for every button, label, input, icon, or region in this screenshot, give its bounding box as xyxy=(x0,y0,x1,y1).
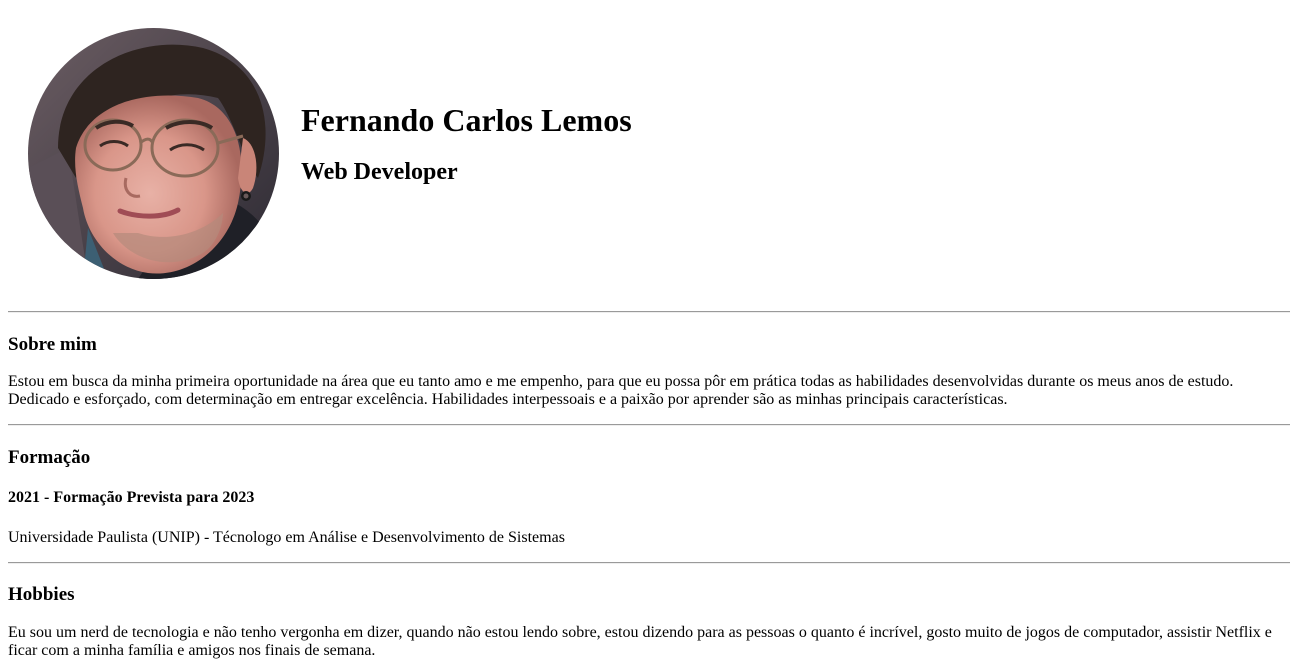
divider xyxy=(8,311,1290,313)
hobbies-title: Hobbies xyxy=(8,584,75,605)
profile-identity: Fernando Carlos Lemos Web Developer xyxy=(301,102,632,186)
profile-header: Fernando Carlos Lemos Web Developer xyxy=(28,28,632,279)
divider xyxy=(8,562,1290,564)
divider xyxy=(8,424,1290,426)
portrait-illustration xyxy=(28,28,279,279)
profile-name: Fernando Carlos Lemos xyxy=(301,102,632,139)
education-period: 2021 - Formação Prevista para 2023 xyxy=(8,489,255,506)
profile-photo xyxy=(28,28,279,279)
hobbies-text: Eu sou um nerd de tecnologia e não tenho… xyxy=(8,624,1272,659)
profile-role: Web Developer xyxy=(301,159,458,186)
education-title: Formação xyxy=(8,447,91,468)
education-course: Universidade Paulista (UNIP) - Técnologo… xyxy=(8,529,565,546)
about-text: Estou em busca da minha primeira oportun… xyxy=(8,373,1234,408)
about-title: Sobre mim xyxy=(8,334,97,355)
